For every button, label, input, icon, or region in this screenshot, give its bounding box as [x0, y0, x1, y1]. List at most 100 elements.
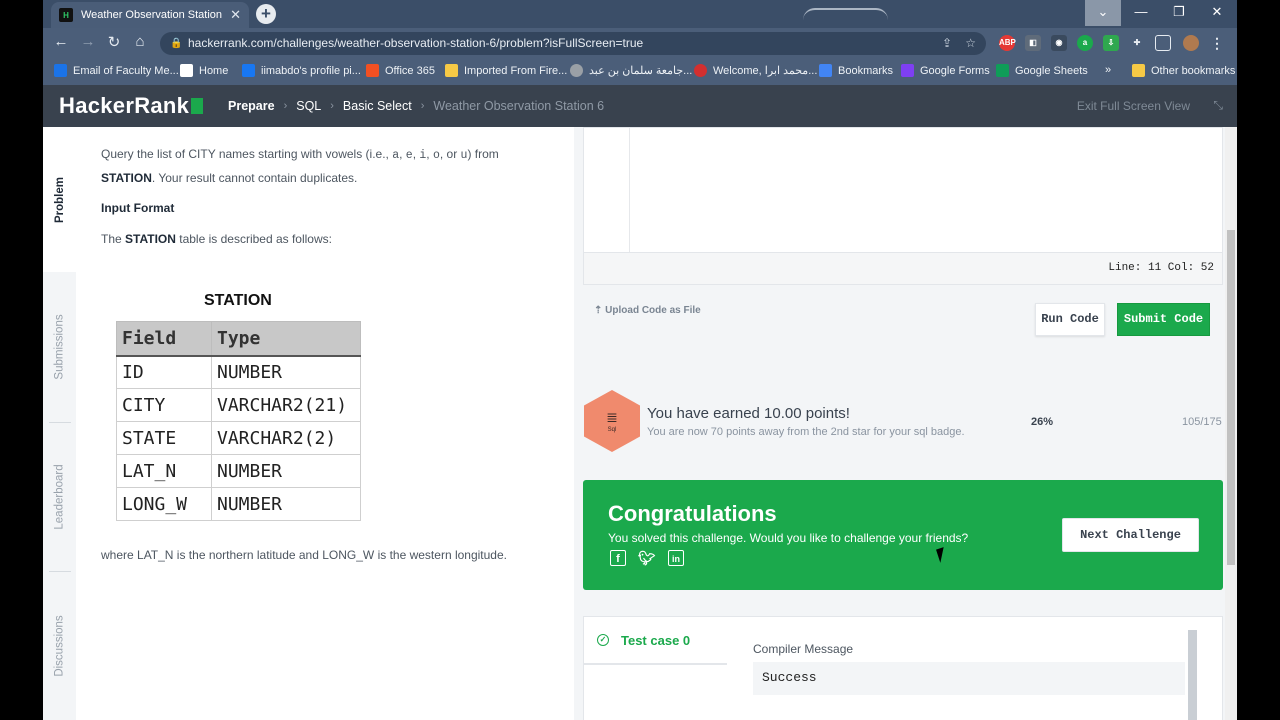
wikipedia-icon — [180, 64, 193, 77]
table-title: STATION — [204, 292, 272, 309]
breadcrumb-sql[interactable]: SQL — [296, 99, 321, 113]
page-scrollbar[interactable] — [1225, 127, 1237, 720]
upload-code-link[interactable]: ⇡ Upload Code as File — [594, 305, 701, 316]
bookmark-item[interactable]: Welcome, محمد ابرا... — [694, 64, 817, 77]
problem-text: Query the list of CITY names starting wi… — [101, 147, 499, 185]
new-tab-button[interactable]: + — [256, 4, 276, 24]
bookmark-item[interactable]: Email of Faculty Me... — [54, 64, 179, 77]
code-editor[interactable]: Line: 11 Col: 52 — [583, 127, 1223, 285]
office-icon — [366, 64, 379, 77]
database-icon: ≣ — [606, 409, 618, 425]
input-format-heading: Input Format — [101, 201, 175, 215]
folder-icon — [445, 64, 458, 77]
type-cell: NUMBER — [211, 355, 361, 389]
table-row: CITY VARCHAR2(21) — [116, 388, 361, 422]
menu-kebab-icon[interactable]: ⋮ — [1209, 35, 1225, 51]
site-icon — [694, 64, 707, 77]
download-extension-icon[interactable]: ⇩ — [1103, 35, 1119, 51]
forward-icon[interactable]: → — [78, 33, 98, 50]
extensions-puzzle-icon[interactable]: ✚ — [1129, 35, 1145, 51]
bookmark-item[interactable]: Office 365 — [366, 64, 435, 77]
adblock-icon[interactable]: ABP — [999, 35, 1016, 51]
google-sheets-icon — [996, 64, 1009, 77]
submit-code-button[interactable]: Submit Code — [1117, 303, 1210, 336]
table-row: STATE VARCHAR2(2) — [116, 421, 361, 455]
screen: H Weather Observation Station 6 | H ✕ + … — [43, 0, 1237, 720]
cursor-position: Line: 11 Col: 52 — [584, 252, 1222, 284]
bookmarks-bar: Email of Faculty Me... Home iimabdo's pr… — [43, 59, 1237, 85]
bookmark-item[interactable]: Google Forms — [901, 64, 990, 77]
linkedin-share-icon[interactable]: in — [668, 550, 684, 566]
station-table: Field Type ID NUMBER CITY VARCHAR2(21) STA… — [116, 321, 361, 521]
tab-title: Weather Observation Station 6 | H — [81, 9, 224, 21]
exit-fullscreen-link[interactable]: Exit Full Screen View — [1077, 99, 1190, 113]
hackerrank-favicon-icon: H — [59, 8, 73, 22]
minimize-button[interactable]: — — [1123, 0, 1159, 26]
screenshot-extension-icon[interactable]: ◉ — [1051, 35, 1067, 51]
more-bookmarks-button[interactable]: » — [1105, 64, 1111, 76]
type-cell: VARCHAR2(21) — [211, 388, 361, 422]
mouse-cursor-icon — [936, 547, 948, 563]
upload-icon: ⇡ — [594, 305, 606, 316]
close-window-button[interactable]: ✕ — [1199, 0, 1235, 26]
compiler-message-value: Success — [753, 662, 1185, 695]
reload-icon[interactable]: ↻ — [104, 33, 124, 51]
bookmark-item[interactable]: Imported From Fire... — [445, 64, 567, 77]
back-icon[interactable]: ← — [51, 33, 71, 50]
folder-icon — [1132, 64, 1145, 77]
tab-search-button[interactable]: ⌄ — [1085, 0, 1121, 26]
line-gutter — [584, 128, 630, 254]
hackerrank-logo[interactable]: HackerRank — [59, 93, 204, 119]
collapse-icon[interactable]: ⤡ — [1213, 98, 1223, 113]
compiler-message-label: Compiler Message — [753, 642, 854, 656]
home-icon[interactable]: ⌂ — [130, 33, 150, 50]
globe-icon — [570, 64, 583, 77]
bookmark-star-icon[interactable]: ☆ — [965, 32, 976, 55]
field-cell: STATE — [116, 421, 212, 455]
bookmark-item[interactable]: Home — [180, 64, 228, 77]
profile-avatar[interactable] — [1183, 35, 1199, 51]
address-bar[interactable]: 🔒 hackerrank.com/challenges/weather-obse… — [160, 32, 986, 55]
browser-tab[interactable]: H Weather Observation Station 6 | H ✕ — [51, 2, 249, 28]
restore-button[interactable]: ❐ — [1161, 0, 1197, 26]
run-code-button[interactable]: Run Code — [1035, 303, 1105, 336]
car-silhouette-icon — [803, 8, 888, 20]
side-tabs: Problem Submissions Leaderboard Discussi… — [43, 127, 76, 720]
next-challenge-button[interactable]: Next Challenge — [1062, 518, 1199, 552]
type-cell: NUMBER — [211, 487, 361, 521]
bookmark-item[interactable]: iimabdo's profile pi... — [242, 64, 361, 77]
tab-leaderboard[interactable]: Leaderboard — [43, 423, 76, 571]
editor-pane: Line: 11 Col: 52 ⇡ Upload Code as File R… — [574, 127, 1237, 720]
outlook-icon — [54, 64, 67, 77]
grammar-extension-icon[interactable]: a — [1077, 35, 1093, 51]
results-scrollbar[interactable] — [1188, 630, 1197, 720]
tab-submissions[interactable]: Submissions — [43, 272, 76, 422]
test-results: ✓ Test case 0 Compiler Message Success — [583, 616, 1223, 720]
close-tab-icon[interactable]: ✕ — [230, 7, 241, 23]
breadcrumb: Prepare › SQL › Basic Select › Weather O… — [228, 99, 604, 113]
logo-block-icon — [191, 98, 204, 114]
facebook-share-icon[interactable]: f — [610, 550, 626, 566]
browser-toolbar: ← → ↻ ⌂ 🔒 hackerrank.com/challenges/weat… — [43, 28, 1237, 59]
bookmark-item[interactable]: Bookmarks — [819, 64, 893, 77]
lock-icon: 🔒 — [170, 38, 183, 49]
other-bookmarks[interactable]: Other bookmarks — [1132, 64, 1235, 77]
table-row: LONG_W NUMBER — [116, 487, 361, 521]
field-cell: ID — [116, 355, 212, 389]
bookmark-item[interactable]: جامعة سلمان بن عبد... — [570, 64, 692, 77]
twitter-share-icon[interactable]: 🐦︎ — [638, 550, 656, 566]
breadcrumb-prepare[interactable]: Prepare — [228, 99, 275, 113]
breadcrumb-basic-select[interactable]: Basic Select — [343, 99, 412, 113]
tab-problem[interactable]: Problem — [43, 127, 76, 272]
testcase-tab[interactable]: ✓ Test case 0 — [584, 617, 727, 665]
check-circle-icon: ✓ — [597, 634, 609, 646]
share-icon[interactable]: ⇪ — [942, 32, 952, 55]
scrollbar-thumb[interactable] — [1227, 230, 1235, 565]
tab-discussions[interactable]: Discussions — [43, 572, 76, 720]
field-cell: CITY — [116, 388, 212, 422]
chevron-right-icon: › — [420, 100, 425, 112]
extension-icon[interactable]: ◧ — [1025, 35, 1041, 51]
side-panel-icon[interactable] — [1155, 35, 1171, 51]
bookmark-item[interactable]: Google Sheets — [996, 64, 1088, 77]
table-row: ID NUMBER — [116, 355, 361, 389]
